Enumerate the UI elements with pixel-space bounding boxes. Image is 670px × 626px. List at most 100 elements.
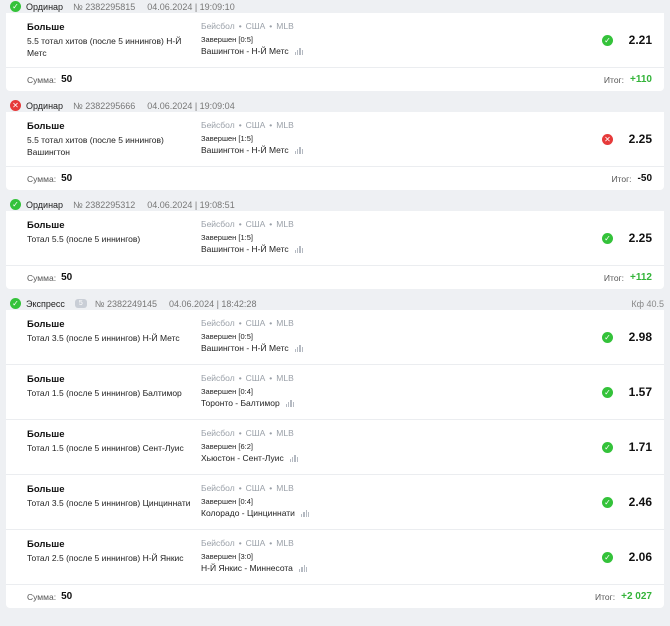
event-teams[interactable]: Торонто - Балтимор xyxy=(201,397,401,409)
bet-footer: Сумма: 50 Итог: -50 xyxy=(6,167,664,190)
selection-row[interactable]: Больше Тотал 1.5 (после 5 иннингов) Сент-… xyxy=(6,420,664,475)
stats-bars-icon[interactable] xyxy=(294,344,304,352)
selection-row[interactable]: Больше 5.5 тотал хитов (после 5 иннингов)… xyxy=(6,112,664,167)
result-value: +110 xyxy=(630,74,652,85)
separator-dot: • xyxy=(269,538,273,548)
league-label: MLB xyxy=(276,21,294,31)
separator-dot: • xyxy=(238,538,242,548)
result-value: +2 027 xyxy=(621,591,652,602)
league-label: MLB xyxy=(276,373,294,383)
teams-label: Н-Й Янкис - Миннесота xyxy=(201,563,293,573)
event-teams[interactable]: Вашингтон - Н-Й Метс xyxy=(201,45,401,57)
stats-bars-icon[interactable] xyxy=(294,245,304,253)
result-label: Итог: xyxy=(595,591,616,602)
event-status: Завершен [0:5] xyxy=(201,332,253,341)
separator-dot: • xyxy=(238,21,242,31)
selection-result: ✕ 2.25 xyxy=(602,112,652,166)
separator-dot: • xyxy=(238,373,242,383)
stake-value: 50 xyxy=(61,74,73,85)
bet-header: ✕ Ординар № 2382295666 04.06.2024 | 19:09:0… xyxy=(0,99,670,112)
result-label: Итог: xyxy=(603,74,625,85)
separator-dot: • xyxy=(269,120,273,130)
event-status: Завершен [0:4] xyxy=(201,497,253,506)
outcome-label: Тотал 1.5 (после 5 иннингов) Сент-Луис xyxy=(27,443,184,453)
stake-label: Сумма: xyxy=(27,173,57,184)
event-teams[interactable]: Хьюстон - Сент-Луис xyxy=(201,452,401,464)
stats-bars-icon[interactable] xyxy=(298,564,308,572)
total-coefficient: Кф 40.5 xyxy=(631,298,664,309)
selection-info: Больше Тотал 5.5 (после 5 иннингов) xyxy=(27,218,201,265)
stake-label: Сумма: xyxy=(27,591,57,602)
bet-card[interactable]: ✕ Ординар № 2382295666 04.06.2024 | 19:09:0… xyxy=(0,99,670,190)
odds-value: 2.21 xyxy=(628,33,652,47)
stats-bars-icon[interactable] xyxy=(294,146,304,154)
country-label: США xyxy=(245,373,266,383)
teams-label: Вашингтон - Н-Й Метс xyxy=(201,46,289,56)
event-meta: Бейсбол • США • MLB xyxy=(201,482,401,494)
selection-result: ✓ 2.21 xyxy=(602,13,652,67)
sport-label: Бейсбол xyxy=(201,373,235,383)
stats-bars-icon[interactable] xyxy=(294,47,304,55)
check-circle-icon: ✓ xyxy=(10,1,21,12)
event-teams[interactable]: Вашингтон - Н-Й Метс xyxy=(201,243,401,255)
market-label: Больше xyxy=(27,374,65,385)
league-label: MLB xyxy=(276,120,294,130)
event-meta: Бейсбол • США • MLB xyxy=(201,20,401,32)
outcome-label: Тотал 5.5 (после 5 иннингов) xyxy=(27,234,141,244)
bet-card[interactable]: ✓ Ординар № 2382295312 04.06.2024 | 19:08:5… xyxy=(0,198,670,289)
separator-dot: • xyxy=(238,318,242,328)
teams-label: Вашингтон - Н-Й Метс xyxy=(201,244,289,254)
sport-label: Бейсбол xyxy=(201,538,235,548)
stats-bars-icon[interactable] xyxy=(289,454,299,462)
sport-label: Бейсбол xyxy=(201,120,235,130)
bet-type: Ординар xyxy=(26,199,64,210)
sport-label: Бейсбол xyxy=(201,219,235,229)
sport-label: Бейсбол xyxy=(201,21,235,31)
bet-card[interactable]: ✓ Ординар № 2382295815 04.06.2024 | 19:09:1… xyxy=(0,0,670,91)
league-label: MLB xyxy=(276,483,294,493)
selection-result: ✓ 2.46 xyxy=(602,475,652,529)
outcome-label: Тотал 3.5 (после 5 иннингов) Цинциннати xyxy=(27,498,191,508)
stake-label: Сумма: xyxy=(27,272,57,283)
event-teams[interactable]: Вашингтон - Н-Й Метс xyxy=(201,342,401,354)
country-label: США xyxy=(245,483,266,493)
bet-date: 04.06.2024 | 18:42:28 xyxy=(169,298,257,309)
stake-label: Сумма: xyxy=(27,74,57,85)
selection-row[interactable]: Больше Тотал 3.5 (после 5 иннингов) Цинци… xyxy=(6,475,664,530)
result: Итог: -50 xyxy=(611,173,652,184)
bet-number: № 2382295666 xyxy=(73,100,136,111)
selection-row[interactable]: Больше Тотал 2.5 (после 5 иннингов) Н-Й Я… xyxy=(6,530,664,585)
selection-info: Больше Тотал 1.5 (после 5 иннингов) Балти… xyxy=(27,372,201,419)
bet-card[interactable]: ✓ Экспресс 5 № 2382249145 04.06.2024 | 18:42… xyxy=(0,297,670,608)
event-teams[interactable]: Вашингтон - Н-Й Метс xyxy=(201,144,401,156)
selection-row[interactable]: Больше Тотал 5.5 (после 5 иннингов) Бейсбо… xyxy=(6,211,664,266)
selection-row[interactable]: Больше Тотал 1.5 (после 5 иннингов) Балти… xyxy=(6,365,664,420)
market-label: Больше xyxy=(27,319,65,330)
selection-row[interactable]: Больше 5.5 тотал хитов (после 5 иннингов)… xyxy=(6,13,664,68)
bet-date: 04.06.2024 | 19:09:10 xyxy=(147,1,235,12)
odds-value: 1.71 xyxy=(628,440,652,454)
league-label: MLB xyxy=(276,428,294,438)
event-info: Бейсбол • США • MLB Завершен [6:2] Хьюстон - С… xyxy=(201,427,401,474)
selection-result: ✓ 1.71 xyxy=(602,420,652,474)
event-meta: Бейсбол • США • MLB xyxy=(201,317,401,329)
odds-value: 2.25 xyxy=(628,231,652,245)
check-circle-icon: ✓ xyxy=(602,496,613,508)
check-circle-icon: ✓ xyxy=(602,386,613,398)
stats-bars-icon[interactable] xyxy=(285,399,295,407)
selection-row[interactable]: Больше Тотал 3.5 (после 5 иннингов) Н-Й М… xyxy=(6,310,664,365)
stats-bars-icon[interactable] xyxy=(300,509,310,517)
event-meta: Бейсбол • США • MLB xyxy=(201,119,401,131)
stake-value: 50 xyxy=(61,272,73,283)
event-status: Завершен [6:2] xyxy=(201,442,253,451)
event-teams[interactable]: Колорадо - Цинциннати xyxy=(201,507,401,519)
event-meta: Бейсбол • США • MLB xyxy=(201,537,401,549)
event-info: Бейсбол • США • MLB Завершен [0:4] Колорадо - … xyxy=(201,482,401,529)
stake-value: 50 xyxy=(61,591,73,602)
teams-label: Вашингтон - Н-Й Метс xyxy=(201,145,289,155)
event-teams[interactable]: Н-Й Янкис - Миннесота xyxy=(201,562,401,574)
separator-dot: • xyxy=(269,219,273,229)
market-label: Больше xyxy=(27,220,65,231)
selection-info: Больше Тотал 3.5 (после 5 иннингов) Цинци… xyxy=(27,482,201,529)
bet-number: № 2382249145 xyxy=(94,298,158,309)
